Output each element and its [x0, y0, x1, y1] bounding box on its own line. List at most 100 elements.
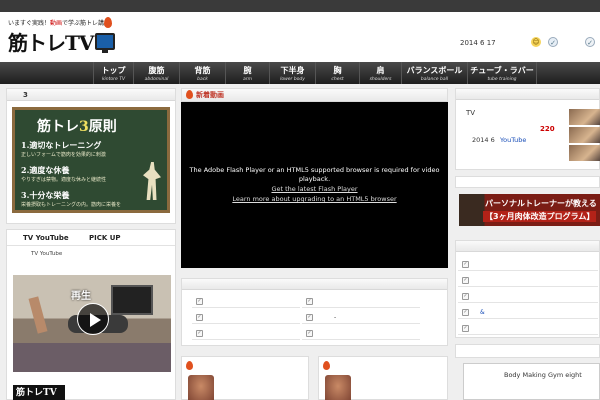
list-item[interactable]: ✓	[458, 259, 598, 271]
checkbox-icon: ✓	[196, 330, 203, 337]
flame-icon	[186, 361, 193, 370]
nav-label: トップ	[101, 66, 126, 75]
tv-label: TV	[466, 109, 476, 117]
principle-detail: やりすぎは禁物。適度な休みと継続性	[21, 177, 107, 183]
center-list-panel: ✓ ✓ ✓ ✓ - ✓ ✓	[181, 278, 448, 346]
nav-label: バランスボール	[406, 66, 463, 75]
video-thumbnail[interactable]: 再生	[13, 275, 171, 372]
top-strip	[0, 0, 600, 12]
flash-message: The Adobe Flash Player or an HTML5 suppo…	[189, 166, 440, 204]
nav-label: 背筋	[194, 66, 211, 75]
side-thumbnail[interactable]	[569, 127, 600, 143]
nav-sublabel: arm	[243, 77, 252, 82]
nav-sublabel: tube training	[487, 77, 517, 82]
nav-sublabel: kintore TV	[101, 77, 126, 82]
tv-set-image	[111, 285, 153, 315]
nav-sublabel: lower body	[280, 77, 305, 82]
flame-icon	[323, 361, 330, 370]
new-videos-title: 新着動画	[182, 89, 447, 102]
principles-panel: 3 筋トレ3原則 1.適切なトレーニング正しいフォームで筋肉を効果的に刺激 2.…	[6, 88, 176, 224]
principle-heading: 1.適切なトレーニング	[21, 140, 102, 150]
nav-label: 胸	[333, 66, 342, 75]
list-item[interactable]: ✓	[458, 323, 598, 335]
tv-tabs-panel: TV YouTube PICK UP TV YouTube 再生 筋トレTV	[6, 229, 176, 400]
badge-icon[interactable]: ✓	[548, 37, 558, 47]
principle-heading: 2.適度な休養	[21, 165, 70, 175]
checkbox-icon: ✓	[306, 314, 313, 321]
category-card[interactable]	[318, 356, 448, 400]
list-item[interactable]: ✓	[458, 291, 598, 303]
html5-upgrade-link[interactable]: Learn more about upgrading to an HTML5 b…	[189, 194, 440, 204]
trainer-figure-icon	[143, 162, 161, 200]
checkbox-icon: ✓	[196, 298, 203, 305]
nav-sublabel: abdominal	[144, 77, 169, 82]
gym-name: Body Making Gym eight	[504, 371, 582, 379]
list-item[interactable]: ✓ &	[458, 307, 598, 319]
list-item[interactable]: ✓	[302, 328, 420, 340]
checkbox-icon: ✓	[462, 309, 469, 316]
side-thumbnail[interactable]	[569, 109, 600, 125]
principle-item: 2.適度な休養やりすぎは禁物。適度な休みと継続性	[21, 165, 106, 183]
right-info-panel: TV 220 2014 6 YouTube	[455, 88, 600, 170]
play-icon[interactable]	[77, 303, 109, 335]
muscle-thumbnail[interactable]	[188, 375, 214, 400]
list-item[interactable]: ✓	[458, 275, 598, 287]
mini-logo[interactable]: 筋トレTV	[13, 385, 65, 400]
badge-icon-2[interactable]: ✓	[585, 37, 595, 47]
nav-item-lower-body[interactable]: 下半身 lower body	[269, 62, 315, 84]
play-label: 再生	[71, 291, 91, 302]
muscle-thumbnail[interactable]	[325, 375, 351, 400]
video-player[interactable]: The Adobe Flash Player or an HTML5 suppo…	[181, 102, 448, 268]
side-thumbnail[interactable]	[569, 145, 600, 161]
right-panel-header	[455, 176, 600, 188]
nav-sublabel: chest	[331, 77, 344, 82]
nav-item-arm[interactable]: 腕 arm	[225, 62, 269, 84]
nav-item-chest[interactable]: 胸 chest	[315, 62, 359, 84]
nav-item-balance-ball[interactable]: バランスボール balance ball	[401, 62, 467, 84]
list-item[interactable]: ✓	[192, 328, 300, 340]
list-item[interactable]: ✓	[302, 296, 420, 308]
principles-chalkboard[interactable]: 筋トレ3原則 1.適切なトレーニング正しいフォームで筋肉を効果的に刺激 2.適度…	[12, 107, 170, 213]
smiley-icon[interactable]: ☺	[531, 37, 541, 47]
nav-item-abdominal[interactable]: 腹筋 abdominal	[133, 62, 179, 84]
nav-item-shoulders[interactable]: 肩 shoulders	[359, 62, 401, 84]
nav-item-tube-training[interactable]: チューブ・ラバー tube training	[467, 62, 537, 84]
chalk-title-number: 3	[79, 119, 89, 135]
tab-pick-up[interactable]: PICK UP	[89, 234, 121, 242]
list-item[interactable]: ✓	[192, 312, 300, 324]
right-list-title	[456, 241, 599, 252]
list-item-text: -	[334, 314, 337, 321]
principle-item: 3.十分な栄養 栄養摂取もトレーニングの内。筋肉に栄養を	[21, 190, 121, 208]
flame-icon	[186, 90, 193, 99]
category-card[interactable]	[181, 356, 309, 400]
youtube-link[interactable]: YouTube	[500, 136, 526, 144]
nav-sublabel: back	[197, 77, 208, 82]
list-item[interactable]: ✓ -	[302, 312, 420, 324]
checkbox-icon: ✓	[462, 277, 469, 284]
new-videos-header: 新着動画	[181, 88, 448, 102]
nav-label: 肩	[376, 66, 385, 75]
flame-icon	[104, 17, 112, 28]
site-logo[interactable]: 筋トレTV	[8, 28, 116, 55]
right-info-title	[456, 89, 599, 100]
view-count: 220	[540, 125, 555, 133]
chalkboard-title: 筋トレ3原則	[37, 116, 117, 136]
nav-item-back[interactable]: 背筋 back	[179, 62, 225, 84]
flash-player-link[interactable]: Get the latest Flash Player	[189, 184, 440, 194]
checkbox-icon: ✓	[306, 330, 313, 337]
list-item[interactable]: ✓	[192, 296, 300, 308]
nav-item-top[interactable]: トップ kintore TV	[93, 62, 133, 84]
nav-label: 腹筋	[148, 66, 165, 75]
thumbnail-legs	[28, 296, 48, 334]
principles-panel-title: 3	[7, 89, 175, 101]
gym-box[interactable]: Body Making Gym eight	[463, 363, 600, 400]
header-date: 2014 6 17	[460, 39, 496, 47]
principle-item: 1.適切なトレーニング正しいフォームで筋肉を効果的に刺激	[21, 140, 106, 158]
chalk-title-pre: 筋トレ	[37, 119, 79, 135]
principle-detail: 正しいフォームで筋肉を効果的に刺激	[21, 152, 106, 158]
gym-panel-header	[455, 344, 600, 358]
nav-label: チューブ・ラバー	[470, 66, 534, 75]
trainer-program-banner[interactable]: パーソナルトレーナーが教える 【3ヶ月肉体改造プログラム】	[459, 194, 600, 226]
tab-tv-youtube[interactable]: TV YouTube	[23, 234, 69, 242]
tab-divider	[7, 245, 175, 246]
